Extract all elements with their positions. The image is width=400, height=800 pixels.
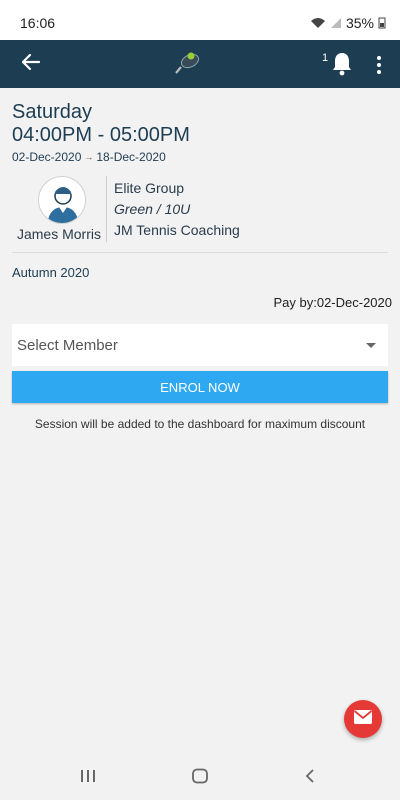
arrow-right-icon: →: [84, 152, 94, 162]
wifi-icon: [310, 17, 326, 29]
provider-name: JM Tennis Coaching: [114, 222, 240, 238]
end-date: 18-Dec-2020: [96, 150, 166, 164]
status-bar: 16:06 35%: [0, 0, 400, 40]
signal-icon: [330, 17, 342, 29]
more-vert-icon-dot: [377, 63, 381, 67]
home-button[interactable]: [180, 766, 220, 790]
start-date: 02-Dec-2020: [12, 150, 82, 164]
mail-button[interactable]: [344, 700, 382, 738]
notification-count: 1: [322, 52, 329, 64]
group-name: Elite Group: [114, 180, 185, 196]
select-member-value: Select Member: [17, 337, 118, 354]
more-vert-icon-dot: [377, 56, 381, 60]
session-time: 04:00PM - 05:00PM: [12, 124, 190, 146]
discount-note: Session will be added to the dashboard f…: [34, 417, 366, 431]
mail-icon: [353, 709, 373, 730]
caret-down-icon: [366, 343, 376, 348]
system-back-button[interactable]: [290, 766, 330, 790]
session-details: Saturday 04:00PM - 05:00PM 02-Dec-2020 →…: [0, 88, 400, 756]
enrol-now-button[interactable]: ENROL NOW: [12, 371, 388, 403]
pay-by-date: Pay by:02-Dec-2020: [273, 295, 392, 310]
term-name: Autumn 2020: [12, 265, 90, 280]
status-indicators: 35%: [310, 15, 386, 31]
battery-percent: 35%: [345, 15, 374, 31]
chevron-left-icon: [304, 768, 316, 789]
session-date-range: 02-Dec-2020 → 18-Dec-2020: [12, 150, 166, 164]
select-member-dropdown[interactable]: Select Member: [12, 324, 388, 366]
more-vert-icon-dot: [377, 70, 381, 74]
avatar: [38, 176, 86, 224]
tennis-racket-logo: [172, 46, 206, 80]
home-icon: [191, 768, 209, 789]
session-day: Saturday: [12, 101, 93, 123]
divider: [106, 176, 107, 242]
system-nav-bar: [0, 756, 400, 800]
coach-card: James Morris: [6, 176, 106, 246]
bell-icon: [330, 53, 354, 80]
more-options-button[interactable]: [370, 52, 388, 78]
recent-apps-button[interactable]: [68, 766, 108, 790]
back-arrow-icon: [21, 53, 41, 76]
status-time: 16:06: [20, 15, 56, 31]
recent-apps-icon: [80, 769, 96, 788]
notification-button[interactable]: [330, 50, 358, 80]
app-bar: [0, 40, 400, 88]
group-level: Green / 10U: [114, 201, 191, 217]
coach-name: James Morris: [16, 226, 101, 242]
back-button[interactable]: [16, 50, 46, 78]
divider: [12, 252, 388, 253]
battery-icon: [378, 17, 386, 29]
